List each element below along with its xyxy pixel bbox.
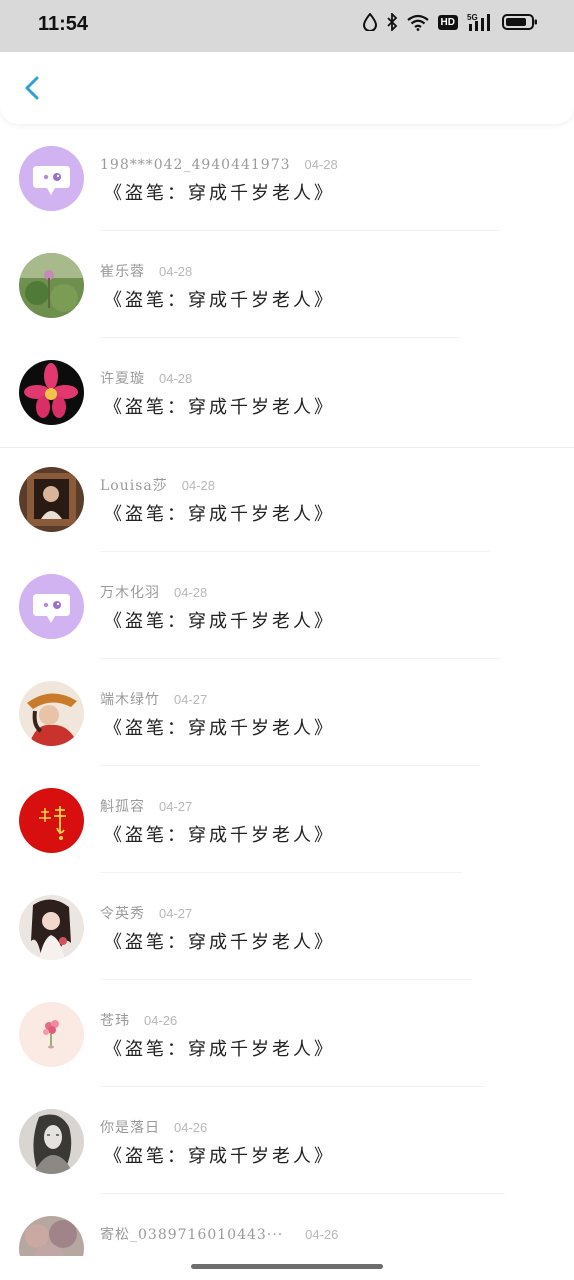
- comment-date: 04-26: [305, 1227, 339, 1242]
- top-nav-bar: [0, 52, 574, 124]
- comment-text: 《盗笔：穿成千岁老人》: [104, 183, 335, 204]
- list-item[interactable]: 198***042_4940441973 04-28 《盗笔：穿成千岁老人》: [0, 124, 574, 231]
- comment-meta: 端木绿竹 04-27: [100, 689, 207, 709]
- comment-meta: 寄松_0389716010443··· 04-26: [100, 1224, 338, 1244]
- chevron-left-icon: [25, 76, 39, 100]
- comment-text: 《盗笔：穿成千岁老人》: [104, 1146, 335, 1167]
- user-name[interactable]: 万木化羽: [100, 585, 160, 601]
- comment-date: 04-27: [159, 799, 193, 814]
- user-name[interactable]: 苍玮: [100, 1013, 130, 1029]
- comment-text: 《盗笔：穿成千岁老人》: [104, 1039, 335, 1060]
- default-chat-avatar[interactable]: [19, 146, 84, 211]
- list-item[interactable]: 端木绿竹 04-27 《盗笔：穿成千岁老人》: [0, 659, 574, 766]
- drop-icon: [362, 13, 377, 31]
- comment-meta: 斛孤容 04-27: [100, 796, 192, 816]
- user-name[interactable]: 端木绿竹: [100, 692, 160, 708]
- list-item[interactable]: 崔乐蓉 04-28 《盗笔：穿成千岁老人》: [0, 231, 574, 338]
- wifi-icon: [406, 14, 429, 31]
- user-name[interactable]: 令英秀: [100, 906, 145, 922]
- comment-date: 04-27: [159, 906, 193, 921]
- comment-text: 《盗笔：穿成千岁老人》: [104, 290, 335, 311]
- list-item[interactable]: 许夏璇 04-28 《盗笔：穿成千岁老人》: [0, 338, 574, 445]
- comment-list[interactable]: 198***042_4940441973 04-28 《盗笔：穿成千岁老人》 崔乐…: [0, 124, 574, 1256]
- comment-date: 04-28: [181, 478, 216, 493]
- comment-text: 《盗笔：穿成千岁老人》: [104, 932, 335, 953]
- list-item[interactable]: 斛孤容 04-27 《盗笔：穿成千岁老人》: [0, 766, 574, 873]
- girl-portrait-avatar[interactable]: [19, 895, 84, 960]
- section-divider: [0, 447, 574, 448]
- list-item[interactable]: Louisa莎 04-28 《盗笔：穿成千岁老人》: [0, 445, 574, 552]
- comment-meta: Louisa莎 04-28: [100, 475, 215, 495]
- comment-date: 04-26: [174, 1120, 208, 1135]
- list-item[interactable]: 令英秀 04-27 《盗笔：穿成千岁老人》: [0, 873, 574, 980]
- comment-meta: 你是落日 04-26: [100, 1117, 207, 1137]
- person-in-window-avatar[interactable]: [19, 467, 84, 532]
- status-icons: HD 5G: [362, 13, 538, 31]
- stone-texture-avatar[interactable]: [19, 1216, 84, 1256]
- comment-date: 04-28: [159, 371, 193, 386]
- back-button[interactable]: [16, 72, 48, 104]
- signal-icon: 5G: [467, 13, 490, 31]
- sketch-portrait-avatar[interactable]: [19, 1109, 84, 1174]
- user-name[interactable]: 崔乐蓉: [100, 264, 145, 280]
- list-item[interactable]: 万木化羽 04-28 《盗笔：穿成千岁老人》: [0, 552, 574, 659]
- comment-meta: 苍玮 04-26: [100, 1010, 177, 1030]
- battery-icon: [502, 14, 537, 30]
- home-indicator[interactable]: [191, 1264, 383, 1269]
- list-item[interactable]: 你是落日 04-26 《盗笔：穿成千岁老人》: [0, 1087, 574, 1194]
- pink-flower-avatar[interactable]: [19, 1002, 84, 1067]
- list-item[interactable]: 寄松_0389716010443··· 04-26: [0, 1194, 574, 1256]
- plant-photo-avatar[interactable]: [19, 253, 84, 318]
- comment-meta: 崔乐蓉 04-28: [100, 261, 192, 281]
- comment-text: 《盗笔：穿成千岁老人》: [104, 825, 335, 846]
- user-name[interactable]: 198***042_4940441973: [100, 157, 291, 173]
- comment-text: 《盗笔：穿成千岁老人》: [104, 504, 335, 525]
- comment-text: 《盗笔：穿成千岁老人》: [104, 611, 335, 632]
- comment-text: 《盗笔：穿成千岁老人》: [104, 397, 335, 418]
- comment-text: 《盗笔：穿成千岁老人》: [104, 718, 335, 739]
- comment-date: 04-28: [159, 264, 193, 279]
- comment-date: 04-28: [304, 157, 338, 172]
- status-time: 11:54: [38, 13, 89, 35]
- user-name[interactable]: 寄松_0389716010443···: [100, 1227, 283, 1243]
- user-name[interactable]: 斛孤容: [100, 799, 145, 815]
- comment-date: 04-26: [144, 1013, 178, 1028]
- girl-with-hat-avatar[interactable]: [19, 681, 84, 746]
- hd-badge: HD: [437, 14, 458, 30]
- list-item[interactable]: 苍玮 04-26 《盗笔：穿成千岁老人》: [0, 980, 574, 1087]
- comment-meta: 198***042_4940441973 04-28: [100, 154, 338, 173]
- comment-date: 04-28: [174, 585, 208, 600]
- bluetooth-icon: [386, 13, 397, 31]
- comment-meta: 令英秀 04-27: [100, 903, 192, 923]
- pink-orchid-avatar[interactable]: [19, 360, 84, 425]
- user-name[interactable]: 许夏璇: [100, 371, 145, 387]
- comment-date: 04-27: [174, 692, 208, 707]
- red-calligraphy-avatar[interactable]: [19, 788, 84, 853]
- status-bar: 11:54 HD 5G: [0, 0, 574, 52]
- user-name[interactable]: Louisa莎: [100, 478, 168, 494]
- comment-meta: 许夏璇 04-28: [100, 368, 192, 388]
- signal-label: 5G: [467, 13, 478, 22]
- user-name[interactable]: 你是落日: [100, 1120, 160, 1136]
- comment-meta: 万木化羽 04-28: [100, 582, 207, 602]
- default-chat-avatar[interactable]: [19, 574, 84, 639]
